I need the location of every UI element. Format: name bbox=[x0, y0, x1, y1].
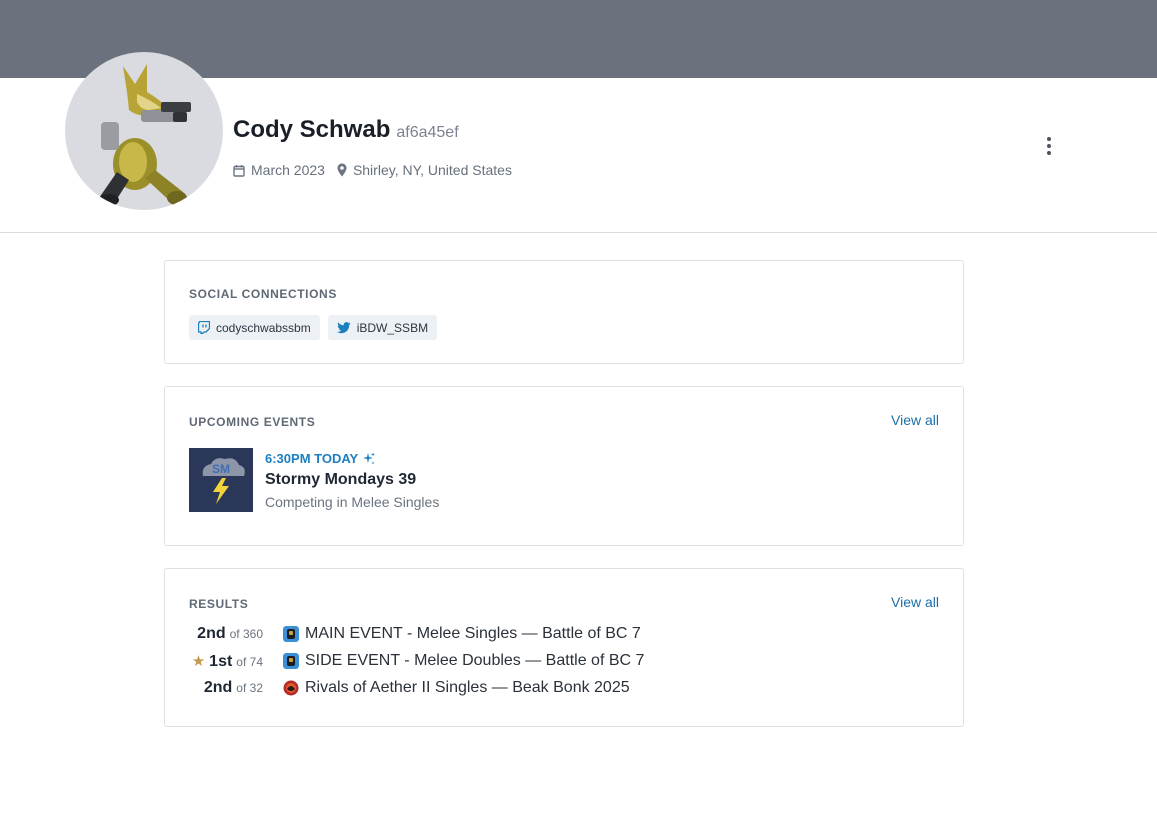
joined-date: March 2023 bbox=[233, 162, 325, 178]
result-placement: 2nd of 32 bbox=[189, 679, 283, 697]
event-time-text: 6:30PM TODAY bbox=[265, 451, 359, 466]
twitch-link[interactable]: codyschwabssbm bbox=[189, 315, 320, 340]
result-entrants: of 32 bbox=[236, 681, 263, 695]
more-vertical-icon bbox=[1047, 137, 1051, 141]
twitter-link[interactable]: iBDW_SSBM bbox=[327, 315, 438, 340]
result-entrants: of 74 bbox=[236, 654, 263, 669]
result-event-name: SIDE EVENT - Melee Doubles — Battle of B… bbox=[305, 652, 645, 669]
result-event-name: Rivals of Aether II Singles — Beak Bonk … bbox=[305, 679, 630, 696]
location-pin-icon bbox=[337, 163, 347, 177]
profile-id: af6a45ef bbox=[396, 124, 459, 141]
event-thumbnail[interactable]: SM bbox=[189, 448, 253, 512]
upcoming-events-card: UPCOMING EVENTS View all SM 6:30PM TODAY… bbox=[164, 386, 964, 546]
result-place: 1st bbox=[209, 652, 233, 670]
social-connections-card: SOCIAL CONNECTIONS codyschwabssbm iBDW_S… bbox=[164, 260, 964, 364]
melee-game-icon bbox=[283, 653, 299, 669]
location: Shirley, NY, United States bbox=[337, 162, 512, 178]
result-place: 2nd bbox=[197, 625, 226, 642]
more-options-button[interactable] bbox=[1040, 136, 1058, 156]
event-time: 6:30PM TODAY bbox=[265, 451, 376, 466]
events-view-all-link[interactable]: View all bbox=[891, 412, 939, 428]
results-view-all-link[interactable]: View all bbox=[891, 594, 939, 610]
twitch-handle: codyschwabssbm bbox=[216, 320, 311, 335]
result-row[interactable]: ★ 1st of 74 SIDE EVENT - Melee Doubles —… bbox=[189, 650, 889, 672]
twitter-handle: iBDW_SSBM bbox=[356, 320, 429, 335]
avatar-fox-character bbox=[99, 64, 191, 206]
storm-cloud-logo: SM bbox=[189, 448, 253, 512]
sparkle-icon bbox=[363, 452, 376, 464]
avatar bbox=[65, 52, 223, 210]
social-connections-title: SOCIAL CONNECTIONS bbox=[189, 287, 337, 301]
social-chips: codyschwabssbm iBDW_SSBM bbox=[189, 315, 438, 340]
twitch-icon bbox=[198, 321, 210, 334]
result-entrants: of 360 bbox=[229, 627, 263, 641]
location-text: Shirley, NY, United States bbox=[352, 162, 512, 178]
event-subtitle: Competing in Melee Singles bbox=[265, 494, 440, 510]
result-row[interactable]: 2nd of 360 MAIN EVENT - Melee Singles — … bbox=[189, 623, 889, 645]
result-row[interactable]: 2nd of 32 Rivals of Aether II Singles — … bbox=[189, 677, 889, 699]
melee-game-icon bbox=[283, 626, 299, 642]
results-card: RESULTS View all 2nd of 360 MAIN EVENT -… bbox=[164, 568, 964, 727]
result-placement: ★ 1st of 74 bbox=[189, 652, 283, 671]
result-event-name: MAIN EVENT - Melee Singles — Battle of B… bbox=[305, 625, 641, 642]
joined-date-text: March 2023 bbox=[251, 162, 325, 178]
profile-name-row: Cody Schwab af6a45ef bbox=[233, 116, 459, 144]
twitter-icon bbox=[336, 321, 351, 333]
upcoming-events-title: UPCOMING EVENTS bbox=[189, 415, 316, 429]
profile-meta: March 2023 Shirley, NY, United States bbox=[233, 162, 524, 178]
event-thumb-text: SM bbox=[212, 462, 230, 476]
star-icon: ★ bbox=[191, 652, 206, 670]
result-placement: 2nd of 360 bbox=[189, 625, 283, 643]
calendar-icon bbox=[233, 164, 245, 177]
rivals-game-icon bbox=[283, 680, 299, 696]
result-place: 2nd bbox=[203, 679, 233, 696]
results-title: RESULTS bbox=[189, 597, 249, 611]
event-name[interactable]: Stormy Mondays 39 bbox=[265, 471, 416, 489]
profile-name: Cody Schwab bbox=[233, 116, 391, 143]
